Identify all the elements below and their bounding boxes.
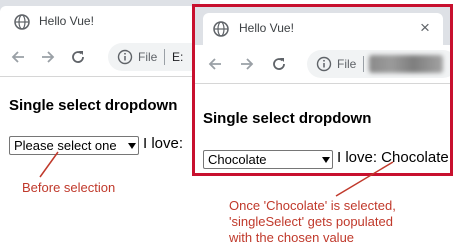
before-caption: Before selection	[22, 180, 116, 195]
before-pointer-line	[39, 151, 59, 178]
after-caption-line-3: with the chosen value	[229, 230, 355, 245]
after-pointer-line	[335, 161, 394, 197]
after-caption-line-2: 'singleSelect' gets populated	[229, 214, 393, 229]
after-caption-line-1: Once 'Chocolate' is selected,	[229, 198, 396, 213]
